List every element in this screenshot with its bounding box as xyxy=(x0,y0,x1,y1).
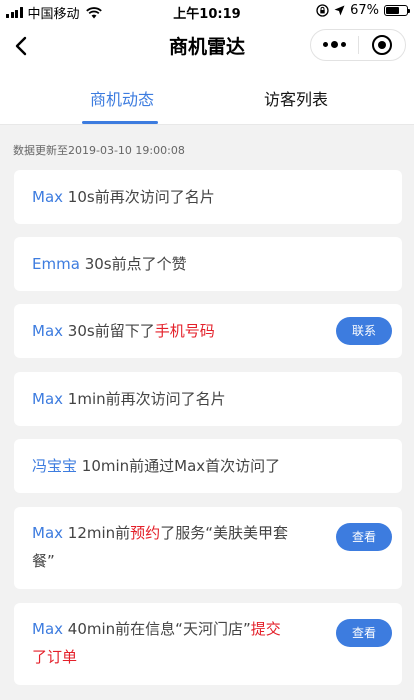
battery-percent: 67% xyxy=(350,3,379,18)
mini-program-capsule xyxy=(310,29,406,61)
visitor-name[interactable]: Emma xyxy=(32,255,80,273)
feed-text: Emma 30s前点了个赞 xyxy=(32,250,187,278)
feed-desc: 10min前通过Max首次访问了 xyxy=(81,457,281,475)
contact-button[interactable]: 联系 xyxy=(336,317,392,345)
feed-item[interactable]: Max 12min前预约了服务“美肤美甲套餐” 查看 xyxy=(14,507,402,589)
active-tab-indicator xyxy=(82,121,158,124)
view-button[interactable]: 查看 xyxy=(336,619,392,647)
feed-item[interactable]: Max 1min前再次访问了名片 xyxy=(14,372,402,426)
feed-text: Max 10s前再次访问了名片 xyxy=(32,183,215,211)
feed-item[interactable]: 冯宝宝 10min前通过Max首次访问了 xyxy=(14,439,402,493)
visitor-name[interactable]: 冯宝宝 xyxy=(32,457,77,475)
nav-bar: 商机雷达 xyxy=(0,22,414,70)
feed-desc: 12min前 xyxy=(67,524,131,542)
feed-desc: 30s前点了个赞 xyxy=(84,255,187,273)
feed-item[interactable]: Emma 30s前点了个赞 xyxy=(14,237,402,291)
tab-business-dynamics[interactable]: 商机动态 xyxy=(72,86,172,110)
feed-item[interactable]: Max 30s前留下了手机号码 联系 xyxy=(14,304,402,358)
feed-desc: 10s前再次访问了名片 xyxy=(67,188,215,206)
visitor-name[interactable]: Max xyxy=(32,390,63,408)
feed-highlight: 预约 xyxy=(130,524,161,542)
tab-visitor-list[interactable]: 访客列表 xyxy=(246,86,346,110)
feed-text: Max 12min前预约了服务“美肤美甲套餐” xyxy=(32,519,292,575)
view-button[interactable]: 查看 xyxy=(336,523,392,551)
feed-text: Max 1min前再次访问了名片 xyxy=(32,385,226,413)
feed-item[interactable]: Max 40min前在信息“天河门店”提交了订单 查看 xyxy=(14,603,402,685)
visitor-name[interactable]: Max xyxy=(32,188,63,206)
more-dots-icon[interactable] xyxy=(311,41,358,48)
feed-highlight: 手机号码 xyxy=(154,322,215,340)
visitor-name[interactable]: Max xyxy=(32,524,63,542)
visitor-name[interactable]: Max xyxy=(32,620,63,638)
feed-item[interactable]: Max 10s前再次访问了名片 xyxy=(14,170,402,224)
feed-desc: 30s前留下了 xyxy=(67,322,155,340)
battery-icon xyxy=(384,5,410,16)
tab-bar: 商机动态 访客列表 xyxy=(0,70,414,125)
visitor-name[interactable]: Max xyxy=(32,322,63,340)
status-right: 67% xyxy=(316,3,410,18)
location-icon xyxy=(334,5,345,16)
feed-desc: 40min前在信息“天河门店” xyxy=(67,620,251,638)
close-button[interactable] xyxy=(358,35,405,55)
target-icon xyxy=(371,35,392,55)
status-bar: 中国移动 上午10:19 67% xyxy=(0,0,414,22)
feed-text: Max 40min前在信息“天河门店”提交了订单 xyxy=(32,615,292,671)
lock-rotation-icon xyxy=(316,4,329,17)
feed-text: Max 30s前留下了手机号码 xyxy=(32,317,215,345)
feed-text: 冯宝宝 10min前通过Max首次访问了 xyxy=(32,452,280,480)
feed-desc: 1min前再次访问了名片 xyxy=(67,390,226,408)
update-timestamp: 数据更新至2019-03-10 19:00:08 xyxy=(13,144,185,157)
